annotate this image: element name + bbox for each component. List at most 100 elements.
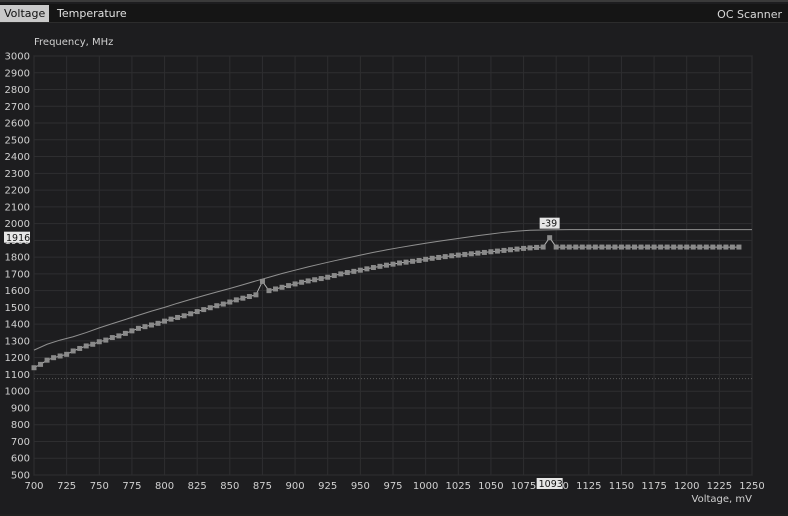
curve-point[interactable] xyxy=(103,337,109,343)
curve-point[interactable] xyxy=(135,325,141,331)
curve-point[interactable] xyxy=(475,250,481,256)
curve-point[interactable] xyxy=(109,335,115,341)
curve-point[interactable] xyxy=(716,244,722,250)
curve-point[interactable] xyxy=(736,244,742,250)
curve-point[interactable] xyxy=(540,244,546,250)
curve-point[interactable] xyxy=(51,355,57,361)
curve-point[interactable] xyxy=(44,357,50,363)
curve-point[interactable] xyxy=(455,252,461,258)
curve-point[interactable] xyxy=(488,249,494,255)
curve-point[interactable] xyxy=(677,244,683,250)
curve-point[interactable] xyxy=(201,307,207,313)
curve-point[interactable] xyxy=(697,244,703,250)
curve-point[interactable] xyxy=(122,330,128,336)
curve-point[interactable] xyxy=(560,244,566,250)
curve-point[interactable] xyxy=(220,301,226,307)
curve-point[interactable] xyxy=(703,244,709,250)
curve-point[interactable] xyxy=(429,255,435,261)
curve-point[interactable] xyxy=(547,235,553,241)
curve-point[interactable] xyxy=(325,274,331,280)
curve-point[interactable] xyxy=(599,244,605,250)
curve-point[interactable] xyxy=(312,277,318,283)
curve-point[interactable] xyxy=(645,244,651,250)
curve-point[interactable] xyxy=(605,244,611,250)
curve-point[interactable] xyxy=(155,320,161,326)
curve-point[interactable] xyxy=(57,353,63,359)
curve-point[interactable] xyxy=(481,249,487,255)
curve-point[interactable] xyxy=(370,265,376,271)
curve-point[interactable] xyxy=(436,254,442,260)
curve-point[interactable] xyxy=(423,256,429,262)
curve-point[interactable] xyxy=(286,283,292,289)
curve-point[interactable] xyxy=(494,248,500,254)
curve-point[interactable] xyxy=(651,244,657,250)
curve-point[interactable] xyxy=(507,247,513,253)
curve-point[interactable] xyxy=(246,294,252,300)
curve-point[interactable] xyxy=(632,244,638,250)
curve-point[interactable] xyxy=(70,348,76,354)
curve-point[interactable] xyxy=(618,244,624,250)
curve-point[interactable] xyxy=(351,268,357,274)
curve-point[interactable] xyxy=(207,305,213,311)
curve-point[interactable] xyxy=(214,303,220,309)
curve-point[interactable] xyxy=(625,244,631,250)
curve-point[interactable] xyxy=(194,309,200,315)
frequency-voltage-chart[interactable]: 500 600 700 800 900 1000 1100 1200 1300 1400 1500 1… xyxy=(0,2,788,516)
curve-point[interactable] xyxy=(664,244,670,250)
curve-point[interactable] xyxy=(279,284,285,290)
curve-point[interactable] xyxy=(514,246,520,252)
curve-point[interactable] xyxy=(38,361,44,367)
curve-point[interactable] xyxy=(162,318,168,324)
curve-point[interactable] xyxy=(253,292,259,298)
curve-point[interactable] xyxy=(318,276,324,282)
curve-point[interactable] xyxy=(586,244,592,250)
curve-point[interactable] xyxy=(723,244,729,250)
curve-point[interactable] xyxy=(592,244,598,250)
curve-point[interactable] xyxy=(175,314,181,320)
curve-point[interactable] xyxy=(31,365,37,371)
curve-point[interactable] xyxy=(344,270,350,276)
curve-point[interactable] xyxy=(462,251,468,257)
curve-point[interactable] xyxy=(449,253,455,259)
curve-point[interactable] xyxy=(331,273,337,279)
curve-point[interactable] xyxy=(188,311,194,317)
curve-point[interactable] xyxy=(501,247,507,253)
curve-point[interactable] xyxy=(390,261,396,267)
curve-point[interactable] xyxy=(299,279,305,285)
curve-point[interactable] xyxy=(142,324,148,330)
curve-point[interactable] xyxy=(383,262,389,268)
curve-point[interactable] xyxy=(364,266,370,272)
curve-point[interactable] xyxy=(90,341,96,347)
curve-point[interactable] xyxy=(377,263,383,269)
curve-point[interactable] xyxy=(181,313,187,319)
curve-point[interactable] xyxy=(553,244,559,250)
curve-point[interactable] xyxy=(357,267,363,273)
curve-point[interactable] xyxy=(521,245,527,251)
curve-point[interactable] xyxy=(292,281,298,287)
curve-point[interactable] xyxy=(273,286,279,292)
curve-point[interactable] xyxy=(96,339,102,345)
curve-point[interactable] xyxy=(684,244,690,250)
curve-point[interactable] xyxy=(83,343,89,349)
curve-point[interactable] xyxy=(658,244,664,250)
curve-point[interactable] xyxy=(148,322,154,328)
curve-point[interactable] xyxy=(671,244,677,250)
curve-point[interactable] xyxy=(690,244,696,250)
curve-point[interactable] xyxy=(64,351,70,357)
curve-point[interactable] xyxy=(566,244,572,250)
curve-point[interactable] xyxy=(442,254,448,260)
curve-point[interactable] xyxy=(129,328,135,334)
curve-point[interactable] xyxy=(729,244,735,250)
curve-point[interactable] xyxy=(116,333,122,339)
curve-point[interactable] xyxy=(259,278,265,284)
curve-point[interactable] xyxy=(573,244,579,250)
curve-point[interactable] xyxy=(527,245,533,251)
curve-point[interactable] xyxy=(77,345,83,351)
curve-point[interactable] xyxy=(397,260,403,266)
curve-point[interactable] xyxy=(338,271,344,277)
curve-point[interactable] xyxy=(266,288,272,294)
curve-point[interactable] xyxy=(403,259,409,265)
curve-point[interactable] xyxy=(227,299,233,305)
curve-point[interactable] xyxy=(579,244,585,250)
curve-point[interactable] xyxy=(233,297,239,303)
